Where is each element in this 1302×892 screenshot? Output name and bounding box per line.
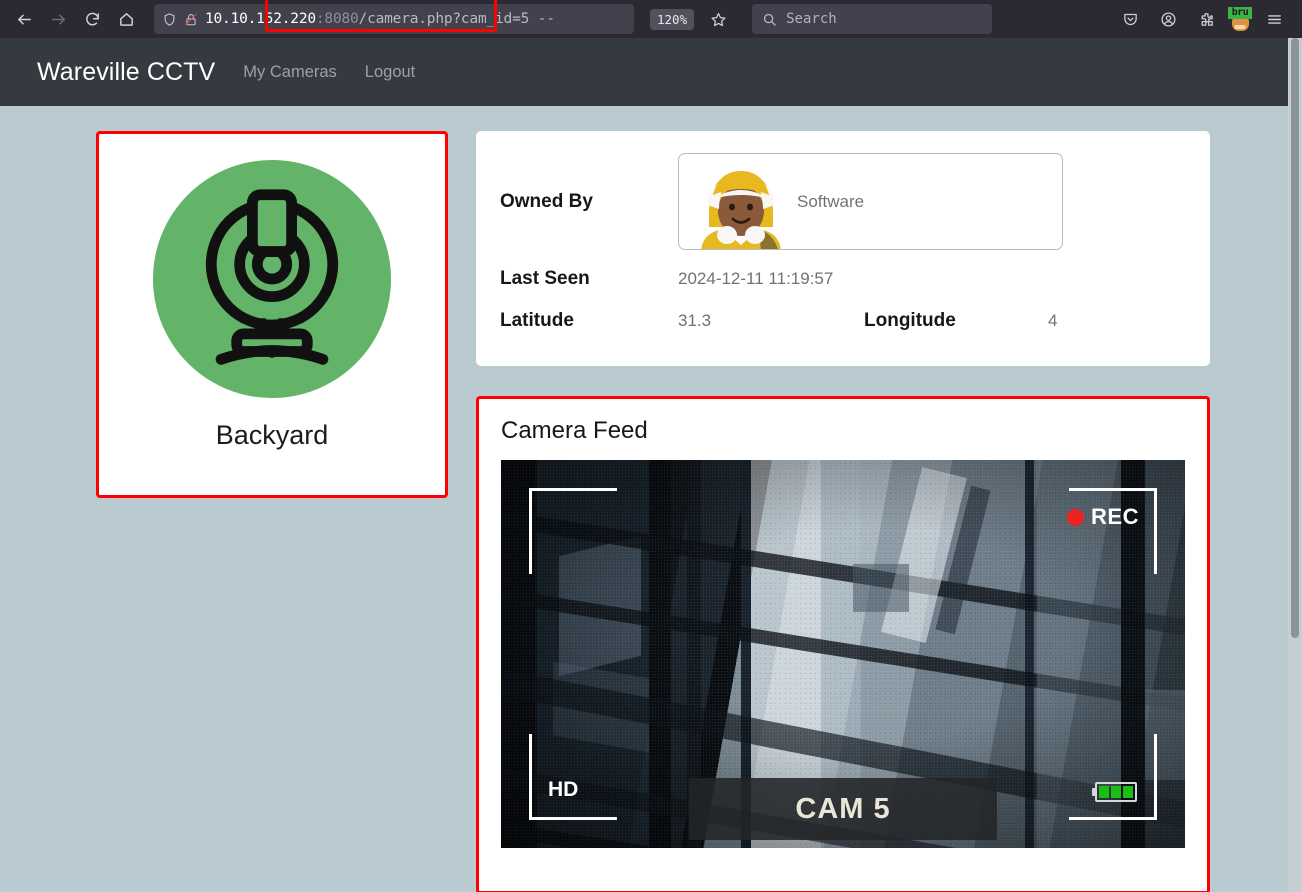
nav-link-logout[interactable]: Logout — [365, 63, 415, 82]
bru-badge-label: bru — [1228, 7, 1252, 19]
site-brand[interactable]: Wareville CCTV — [37, 58, 215, 87]
url-port: :8080 — [316, 11, 359, 27]
pocket-icon[interactable] — [1114, 4, 1146, 34]
owned-by-label: Owned By — [500, 191, 678, 213]
search-icon — [762, 12, 777, 27]
hud-corner-bottom-right — [1069, 734, 1157, 820]
url-bar[interactable]: 10.10.152.220:8080/camera.php?cam_id=5 -… — [154, 4, 634, 34]
hd-label: HD — [548, 778, 578, 802]
webcam-icon — [153, 160, 391, 398]
extensions-icon[interactable] — [1190, 4, 1222, 34]
rec-dot-icon — [1067, 509, 1084, 526]
site-navbar: Wareville CCTV My Cameras Logout — [0, 38, 1302, 106]
cam-label: CAM 5 — [689, 778, 997, 840]
owner-box[interactable]: Software — [678, 153, 1063, 250]
reload-icon[interactable] — [76, 4, 108, 34]
browser-toolbar: 10.10.152.220:8080/camera.php?cam_id=5 -… — [0, 0, 1302, 38]
battery-full-icon — [1092, 782, 1137, 802]
owned-by-row: Owned By — [500, 153, 1184, 250]
rec-label: REC — [1091, 504, 1139, 530]
toolbar-right-group: bru — [1114, 4, 1294, 34]
scrollbar-thumb[interactable] — [1291, 38, 1299, 638]
avatar — [681, 153, 785, 250]
last-seen-row: Last Seen 2024-12-11 11:19:57 — [500, 268, 1184, 290]
bru-extension-icon[interactable]: bru — [1228, 7, 1252, 31]
url-host: 10.10.152.220 — [205, 11, 316, 27]
owner-name: Software — [797, 192, 864, 212]
hud-corner-bottom-left — [529, 734, 617, 820]
page-content: Backyard Owned By — [0, 106, 1302, 892]
rec-indicator: REC — [1067, 504, 1139, 530]
back-arrow-icon[interactable] — [8, 4, 40, 34]
details-column: Owned By — [476, 131, 1210, 892]
hamburger-menu-icon[interactable] — [1258, 4, 1290, 34]
home-icon[interactable] — [110, 4, 142, 34]
search-input[interactable]: Search — [786, 11, 837, 27]
lat-lon-row: Latitude 31.3 Longitude 4 — [500, 310, 1184, 332]
insecure-lock-icon[interactable] — [184, 12, 198, 27]
camera-identity-card[interactable]: Backyard — [96, 131, 448, 498]
account-icon[interactable] — [1152, 4, 1184, 34]
latitude-value: 31.3 — [678, 311, 864, 331]
url-path: /camera.php?cam_id=5 -- — [359, 11, 555, 27]
camera-name: Backyard — [216, 420, 329, 451]
forward-arrow-icon[interactable] — [42, 4, 74, 34]
last-seen-label: Last Seen — [500, 268, 678, 290]
latitude-label: Latitude — [500, 310, 678, 332]
longitude-label: Longitude — [864, 310, 1048, 332]
camera-details-card: Owned By — [476, 131, 1210, 366]
hud-corner-top-right — [1069, 488, 1157, 574]
bookmark-star-icon[interactable] — [702, 4, 734, 34]
nav-link-my-cameras[interactable]: My Cameras — [243, 63, 337, 82]
camera-identity-column: Backyard — [96, 131, 448, 498]
feed-title: Camera Feed — [501, 417, 1185, 445]
longitude-value: 4 — [1048, 311, 1057, 331]
hud-corner-top-left — [529, 488, 617, 574]
camera-feed-viewport[interactable]: REC HD CAM 5 — [501, 460, 1185, 848]
search-bar[interactable]: Search — [752, 4, 992, 34]
shield-icon[interactable] — [162, 12, 177, 27]
camera-feed-card: Camera Feed — [476, 396, 1210, 892]
url-text[interactable]: 10.10.152.220:8080/camera.php?cam_id=5 -… — [205, 11, 555, 27]
zoom-level-badge[interactable]: 120% — [650, 9, 694, 30]
page-scrollbar[interactable] — [1288, 38, 1302, 892]
last-seen-value: 2024-12-11 11:19:57 — [678, 269, 833, 289]
